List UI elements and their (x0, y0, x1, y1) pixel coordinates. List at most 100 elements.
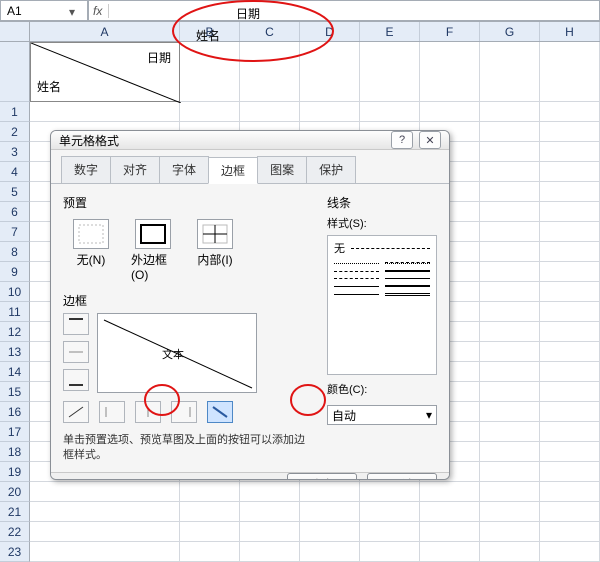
border-top-button[interactable] (63, 313, 89, 335)
row-header[interactable]: 17 (0, 422, 30, 442)
row-header[interactable]: 1 (0, 102, 30, 122)
cell[interactable] (540, 302, 600, 322)
tab-font[interactable]: 字体 (159, 156, 209, 183)
row-header[interactable]: 16 (0, 402, 30, 422)
name-box[interactable]: A1 ▾ (0, 0, 88, 21)
cell[interactable] (300, 42, 360, 102)
cell[interactable] (30, 522, 180, 542)
cell[interactable] (360, 42, 420, 102)
cell[interactable] (420, 482, 480, 502)
cell[interactable] (30, 502, 180, 522)
cell[interactable] (540, 42, 600, 102)
row-header[interactable]: 6 (0, 202, 30, 222)
cell[interactable] (480, 382, 540, 402)
row-header[interactable]: 19 (0, 462, 30, 482)
cell[interactable] (360, 482, 420, 502)
preset-none[interactable]: 无(N) (69, 219, 113, 282)
cell[interactable] (480, 462, 540, 482)
cell[interactable] (480, 342, 540, 362)
cell[interactable] (540, 342, 600, 362)
color-dropdown[interactable]: 自动 ▾ (327, 405, 437, 425)
cell[interactable] (480, 122, 540, 142)
cell[interactable] (540, 422, 600, 442)
cell[interactable] (420, 522, 480, 542)
row-header[interactable]: 10 (0, 282, 30, 302)
cell[interactable] (420, 542, 480, 562)
cell[interactable] (480, 542, 540, 562)
cell[interactable] (300, 502, 360, 522)
cell[interactable] (480, 282, 540, 302)
row-header[interactable]: 7 (0, 222, 30, 242)
cell[interactable] (240, 482, 300, 502)
cell[interactable] (300, 542, 360, 562)
row-header[interactable]: 18 (0, 442, 30, 462)
cell[interactable] (480, 102, 540, 122)
cell[interactable] (540, 162, 600, 182)
row-header[interactable]: 13 (0, 342, 30, 362)
cell[interactable] (480, 302, 540, 322)
cell[interactable] (240, 42, 300, 102)
cell[interactable] (540, 122, 600, 142)
border-preview[interactable]: 文本 (97, 313, 257, 393)
cell[interactable] (480, 262, 540, 282)
border-right-button[interactable] (171, 401, 197, 423)
cell[interactable] (480, 322, 540, 342)
border-mid-h-button[interactable] (63, 341, 89, 363)
col-header-G[interactable]: G (480, 22, 540, 41)
cell[interactable] (480, 422, 540, 442)
cell[interactable] (480, 202, 540, 222)
col-header-E[interactable]: E (360, 22, 420, 41)
cell[interactable] (300, 522, 360, 542)
col-header-D[interactable]: D (300, 22, 360, 41)
row-header[interactable]: 22 (0, 522, 30, 542)
row-header[interactable]: 14 (0, 362, 30, 382)
row-header[interactable]: 2 (0, 122, 30, 142)
cell[interactable] (540, 322, 600, 342)
cell[interactable] (540, 442, 600, 462)
cell[interactable] (480, 442, 540, 462)
cell[interactable] (480, 362, 540, 382)
chevron-down-icon[interactable]: ▾ (69, 5, 81, 17)
cell[interactable] (480, 482, 540, 502)
row-header[interactable]: 12 (0, 322, 30, 342)
cell[interactable] (540, 502, 600, 522)
border-diag-up-button[interactable] (63, 401, 89, 423)
ok-button[interactable]: 确定 (287, 473, 357, 480)
cell[interactable] (540, 542, 600, 562)
cell[interactable] (240, 502, 300, 522)
cell[interactable] (360, 542, 420, 562)
tab-pattern[interactable]: 图案 (257, 156, 307, 183)
row-header[interactable]: 5 (0, 182, 30, 202)
border-diag-down-button[interactable] (207, 401, 233, 423)
cell[interactable] (540, 182, 600, 202)
cell[interactable] (300, 482, 360, 502)
col-header-H[interactable]: H (540, 22, 600, 41)
row-header[interactable]: 4 (0, 162, 30, 182)
cell[interactable] (240, 522, 300, 542)
row-header[interactable]: 15 (0, 382, 30, 402)
cell[interactable] (540, 262, 600, 282)
preset-outline[interactable]: 外边框(O) (131, 219, 175, 282)
cell[interactable] (540, 402, 600, 422)
tab-number[interactable]: 数字 (61, 156, 111, 183)
row-header[interactable]: 8 (0, 242, 30, 262)
cell[interactable] (360, 502, 420, 522)
help-button[interactable]: ? (391, 131, 413, 149)
cell[interactable] (480, 402, 540, 422)
cell[interactable] (480, 142, 540, 162)
cell[interactable] (30, 542, 180, 562)
preset-inside[interactable]: 内部(I) (193, 219, 237, 282)
cell[interactable] (180, 42, 240, 102)
row-header[interactable]: 9 (0, 262, 30, 282)
col-header-F[interactable]: F (420, 22, 480, 41)
cell[interactable] (480, 222, 540, 242)
cell[interactable] (540, 202, 600, 222)
tab-border[interactable]: 边框 (208, 157, 258, 184)
close-button[interactable]: ✕ (419, 131, 441, 149)
cell[interactable] (180, 542, 240, 562)
tab-align[interactable]: 对齐 (110, 156, 160, 183)
cell[interactable] (540, 102, 600, 122)
cell[interactable] (30, 102, 180, 122)
cell[interactable] (540, 462, 600, 482)
row-header[interactable]: 3 (0, 142, 30, 162)
